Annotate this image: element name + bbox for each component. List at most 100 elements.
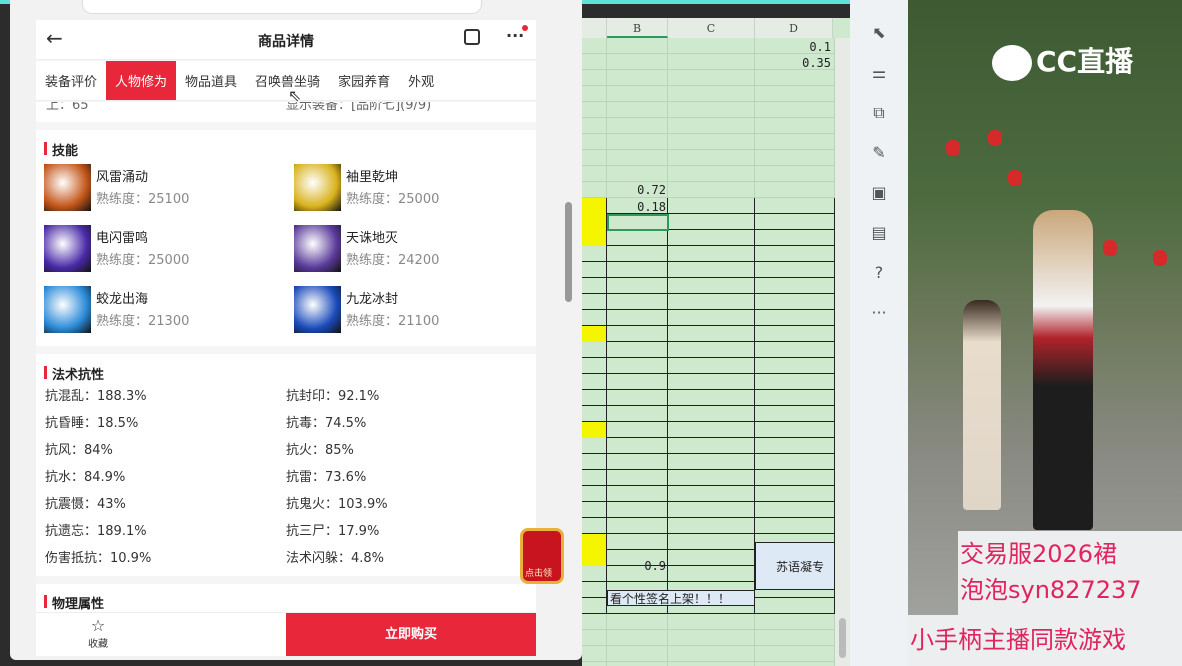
tools-icon[interactable]: ✎	[868, 142, 890, 164]
sheet-cell[interactable]	[668, 630, 755, 646]
sheet-row[interactable]	[582, 86, 835, 102]
sheet-cell[interactable]	[755, 294, 835, 310]
sheet-cell[interactable]	[755, 278, 835, 294]
sheet-cell[interactable]	[755, 646, 835, 662]
sheet-cell[interactable]	[582, 390, 607, 406]
sheet-cell[interactable]	[607, 246, 668, 262]
sheet-row[interactable]	[582, 230, 835, 246]
sheet-cell[interactable]	[755, 246, 835, 262]
sheet-cell[interactable]	[755, 118, 835, 134]
sheet-row[interactable]	[582, 646, 835, 662]
sheet-row[interactable]	[582, 486, 835, 502]
sheet-row[interactable]	[582, 150, 835, 166]
sheet-cell[interactable]	[668, 454, 755, 470]
sheet-cell[interactable]	[582, 550, 607, 566]
promo-red-packet[interactable]: 点击领	[520, 528, 564, 584]
sheet-cell[interactable]	[668, 502, 755, 518]
cell-b-018[interactable]: 0.18	[607, 200, 666, 214]
sheet-cell[interactable]	[668, 534, 755, 550]
sheet-cell[interactable]	[582, 38, 607, 54]
sheet-cell[interactable]	[755, 662, 835, 666]
sheet-cell[interactable]	[607, 70, 668, 86]
sheet-cell[interactable]	[668, 86, 755, 102]
column-header-a[interactable]	[582, 18, 607, 38]
merged-cell-d[interactable]: 苏语凝专	[755, 542, 835, 590]
sheet-row[interactable]	[582, 358, 835, 374]
tab-equipment-review[interactable]: 装备评价	[36, 61, 106, 100]
sheet-cell[interactable]	[582, 86, 607, 102]
sheet-cell[interactable]	[668, 566, 755, 582]
column-header-d[interactable]: D	[755, 18, 833, 38]
sheet-cell[interactable]	[755, 438, 835, 454]
sheet-cell[interactable]	[755, 102, 835, 118]
sheet-row[interactable]	[582, 374, 835, 390]
sheet-row[interactable]	[582, 422, 835, 438]
sheet-cell[interactable]	[607, 262, 668, 278]
sheet-cell[interactable]	[582, 358, 607, 374]
sheet-cell[interactable]	[582, 518, 607, 534]
sheet-cell[interactable]	[755, 614, 835, 630]
sheet-cell[interactable]	[582, 582, 607, 598]
sheet-cell[interactable]	[668, 518, 755, 534]
sheet-cell[interactable]	[668, 118, 755, 134]
sheet-cell[interactable]	[668, 342, 755, 358]
sheet-cell[interactable]	[607, 326, 668, 342]
sheet-cell[interactable]	[755, 150, 835, 166]
tab-home[interactable]: 家园养育	[329, 61, 399, 100]
sheet-cell[interactable]	[668, 614, 755, 630]
sheet-cell[interactable]	[607, 534, 668, 550]
sheet-cell[interactable]	[668, 470, 755, 486]
sheet-cell[interactable]	[607, 406, 668, 422]
favorite-button[interactable]: ☆ 收藏	[76, 617, 120, 651]
sheet-row[interactable]	[582, 518, 835, 534]
sheet-cell[interactable]	[607, 54, 668, 70]
sheet-cell[interactable]	[755, 518, 835, 534]
cell-b-072[interactable]: 0.72	[607, 183, 666, 197]
sheet-cell[interactable]	[668, 422, 755, 438]
sheet-cell[interactable]	[607, 662, 668, 666]
adjust-sliders-icon[interactable]: ⚌	[868, 62, 890, 84]
sheet-cell[interactable]	[607, 630, 668, 646]
sheet-cell[interactable]	[607, 38, 668, 54]
sheet-cell[interactable]	[582, 646, 607, 662]
share-icon[interactable]	[464, 29, 480, 45]
sheet-cell[interactable]	[668, 486, 755, 502]
sheet-cell[interactable]	[607, 166, 668, 182]
sheet-cell[interactable]	[607, 470, 668, 486]
sheet-cell[interactable]	[582, 454, 607, 470]
selected-cell[interactable]	[607, 214, 669, 231]
sheet-row[interactable]	[582, 262, 835, 278]
sheet-row[interactable]	[582, 454, 835, 470]
sheet-cell[interactable]	[607, 438, 668, 454]
sheet-cell[interactable]	[582, 150, 607, 166]
sheet-cell[interactable]	[582, 246, 607, 262]
sheet-cell[interactable]	[607, 502, 668, 518]
sheet-cell[interactable]	[582, 278, 607, 294]
sheet-cell[interactable]	[755, 326, 835, 342]
sheet-cell[interactable]	[755, 310, 835, 326]
sheet-cell[interactable]	[582, 502, 607, 518]
sheet-row[interactable]	[582, 342, 835, 358]
sheet-cell[interactable]	[755, 454, 835, 470]
map-icon[interactable]: ▤	[868, 222, 890, 244]
sheet-cell[interactable]	[582, 230, 607, 246]
sheet-cell[interactable]	[607, 294, 668, 310]
sheet-cell[interactable]	[755, 502, 835, 518]
sheet-cell[interactable]	[755, 358, 835, 374]
column-header-c[interactable]: C	[668, 18, 755, 38]
sheet-cell[interactable]	[755, 230, 835, 246]
sheet-row[interactable]	[582, 310, 835, 326]
sheet-cell[interactable]	[607, 614, 668, 630]
sheet-cell[interactable]	[607, 390, 668, 406]
sheet-cell[interactable]	[607, 118, 668, 134]
frame-icon[interactable]: ⧉	[868, 102, 890, 124]
sheet-cell[interactable]	[755, 598, 835, 614]
sheet-cell[interactable]	[668, 438, 755, 454]
sheet-cell[interactable]	[668, 134, 755, 150]
sheet-cell[interactable]	[582, 118, 607, 134]
sheet-cell[interactable]	[607, 342, 668, 358]
sheet-cell[interactable]	[668, 294, 755, 310]
sheet-cell[interactable]	[582, 326, 607, 342]
sheet-cell[interactable]	[755, 198, 835, 214]
sheet-cell[interactable]	[607, 518, 668, 534]
